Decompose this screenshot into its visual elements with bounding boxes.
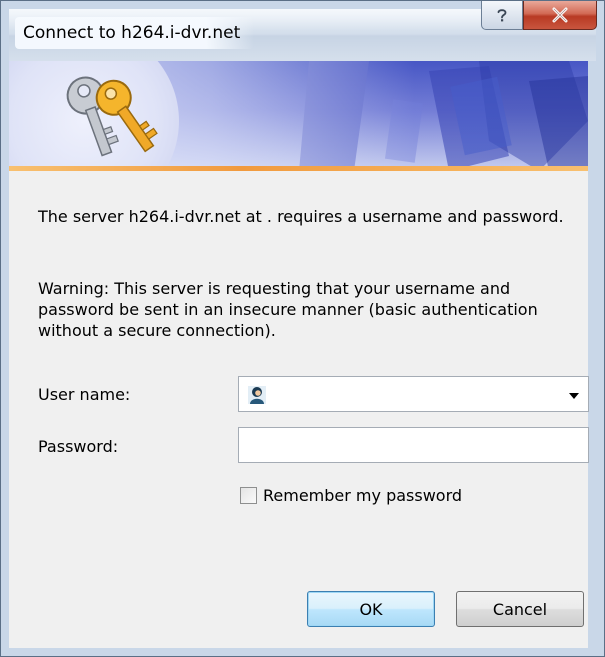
password-input[interactable] (238, 427, 589, 463)
remember-password-checkbox[interactable] (240, 487, 257, 504)
close-icon (552, 7, 568, 23)
chevron-down-icon[interactable] (566, 387, 582, 403)
window-title: Connect to h264.i-dvr.net (15, 17, 255, 49)
security-warning: Warning: This server is requesting that … (38, 279, 538, 340)
dialog-window: Connect to h264.i-dvr.net The server h26… (0, 0, 605, 657)
help-icon (497, 9, 507, 22)
username-combobox[interactable] (238, 376, 589, 412)
user-icon (248, 386, 266, 404)
password-label: Password: (38, 437, 119, 456)
keys-icon (66, 76, 158, 157)
header-banner (9, 61, 588, 171)
remember-password-label[interactable]: Remember my password (263, 486, 462, 505)
username-label: User name: (38, 385, 131, 404)
title-bar[interactable]: Connect to h264.i-dvr.net (9, 1, 597, 61)
server-message: The server h264.i-dvr.net at . requires … (38, 207, 564, 226)
cancel-button[interactable]: Cancel (456, 591, 584, 627)
ok-button[interactable]: OK (307, 591, 435, 627)
help-button[interactable] (481, 1, 523, 30)
close-button[interactable] (523, 1, 597, 30)
